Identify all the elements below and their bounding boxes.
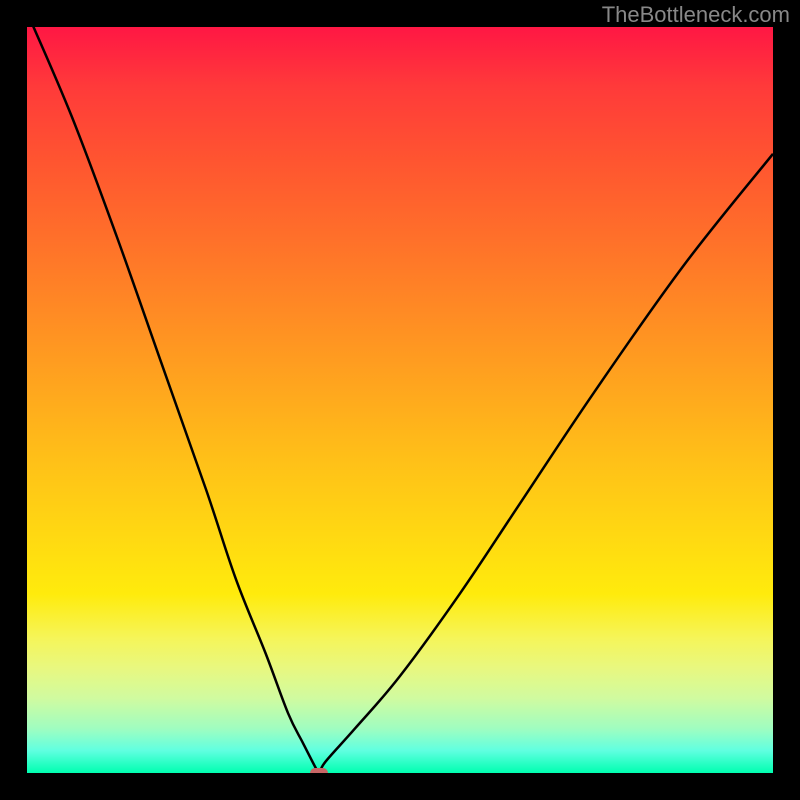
bottleneck-curve: [27, 27, 773, 773]
plot-area: [27, 27, 773, 773]
chart-frame: TheBottleneck.com: [0, 0, 800, 800]
watermark-text: TheBottleneck.com: [602, 2, 790, 28]
optimal-point-marker: [310, 768, 328, 773]
